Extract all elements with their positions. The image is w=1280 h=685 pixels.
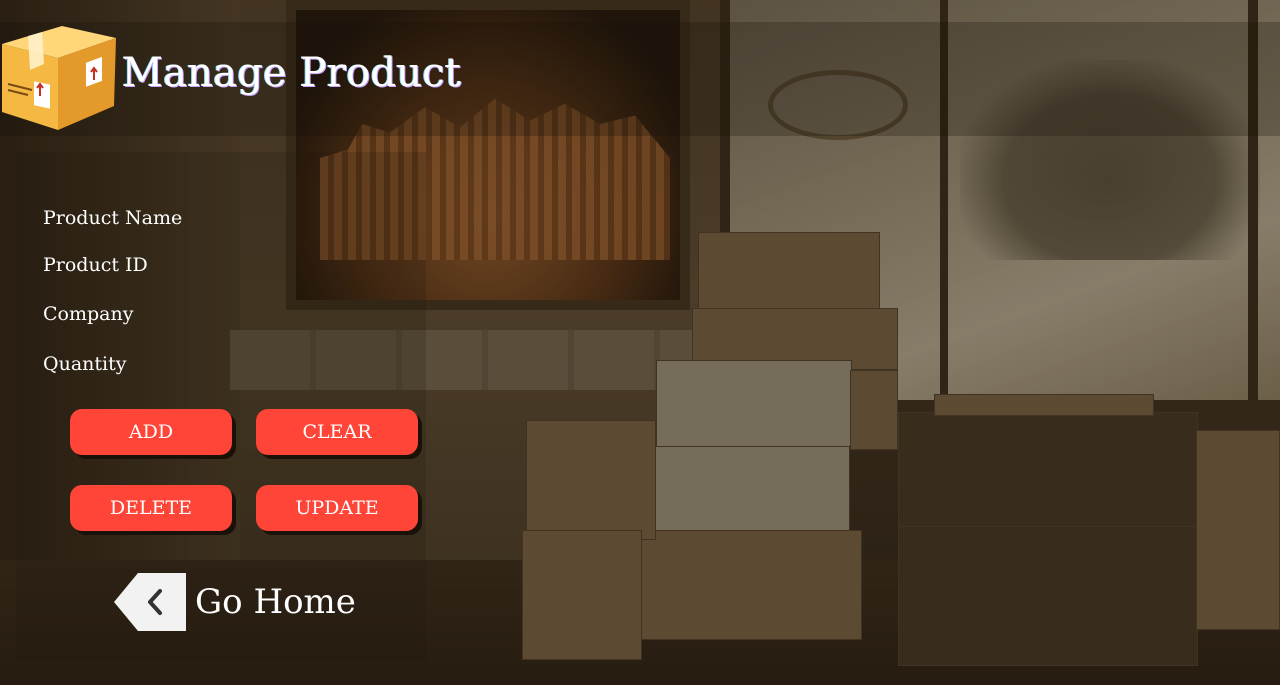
package-box-icon	[0, 24, 118, 132]
delete-button[interactable]: DELETE	[70, 485, 232, 531]
update-button[interactable]: UPDATE	[256, 485, 418, 531]
company-label: Company	[43, 303, 134, 325]
go-home-label[interactable]: Go Home	[195, 582, 356, 622]
product-name-label: Product Name	[43, 207, 183, 229]
product-id-label: Product ID	[43, 254, 148, 276]
page-title: Manage Product	[122, 50, 462, 96]
quantity-label: Quantity	[43, 353, 127, 375]
clear-button[interactable]: CLEAR	[256, 409, 418, 455]
go-home-link[interactable]: Go Home	[114, 572, 356, 632]
add-button[interactable]: ADD	[70, 409, 232, 455]
chevron-left-icon[interactable]	[114, 572, 186, 632]
